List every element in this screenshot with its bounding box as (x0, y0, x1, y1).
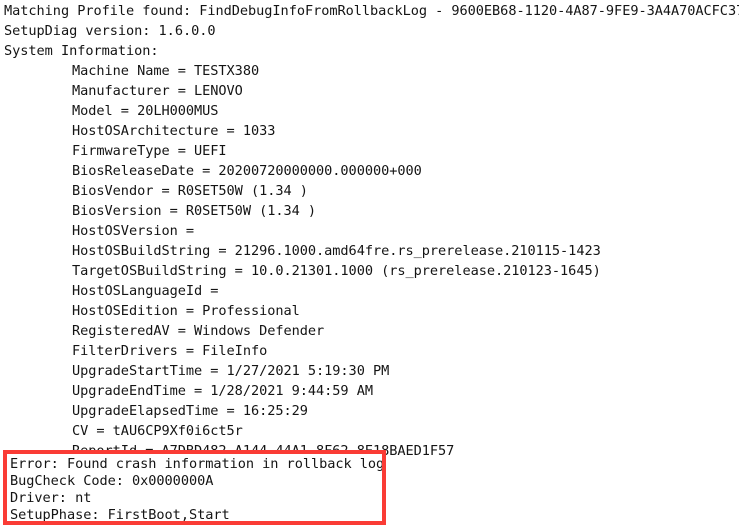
log-line: UpgradeElapsedTime = 16:25:29 (72, 403, 308, 419)
log-line: HostOSBuildString = 21296.1000.amd64fre.… (72, 243, 601, 259)
log-line: BiosVendor = R0SET50W (1.34 ) (72, 183, 308, 199)
log-line: FirmwareType = UEFI (72, 143, 227, 159)
log-line: UpgradeEndTime = 1/28/2021 9:44:59 AM (72, 383, 373, 399)
log-line: RegisteredAV = Windows Defender (72, 323, 325, 339)
log-line: HostOSEdition = Professional (72, 303, 300, 319)
log-line: HostOSArchitecture = 1033 (72, 123, 276, 139)
log-line: System Information: (4, 43, 159, 59)
bugcheck-code-line: BugCheck Code: 0x0000000A (10, 473, 214, 489)
log-output-area: Matching Profile found: FindDebugInfoFro… (0, 0, 739, 461)
console-output: Matching Profile found: FindDebugInfoFro… (0, 0, 739, 530)
log-line: HostOSVersion = (72, 223, 195, 239)
log-line: BiosReleaseDate = 20200720000000.000000+… (72, 163, 422, 179)
log-line: Model = 20LH000MUS (72, 103, 219, 119)
error-message-line: Error: Found crash information in rollba… (10, 456, 386, 472)
log-line: FilterDrivers = FileInfo (72, 343, 268, 359)
log-line: SetupDiag version: 1.6.0.0 (4, 23, 216, 39)
error-callout-content: Error: Found crash information in rollba… (7, 454, 386, 523)
setup-phase-line: SetupPhase: FirstBoot,Start (10, 507, 230, 523)
log-line: BiosVersion = R0SET50W (1.34 ) (72, 203, 317, 219)
log-line: Machine Name = TESTX380 (72, 63, 260, 79)
log-line: TargetOSBuildString = 10.0.21301.1000 (r… (72, 263, 601, 279)
driver-line: Driver: nt (10, 490, 92, 506)
log-line: HostOSLanguageId = (72, 283, 219, 299)
log-line: CV = tAU6CP9Xf0i6ct5r (72, 423, 243, 439)
log-line: Matching Profile found: FindDebugInfoFro… (4, 3, 739, 19)
error-callout-box: Error: Found crash information in rollba… (3, 450, 386, 525)
log-line: UpgradeStartTime = 1/27/2021 5:19:30 PM (72, 363, 390, 379)
log-line: Manufacturer = LENOVO (72, 83, 243, 99)
